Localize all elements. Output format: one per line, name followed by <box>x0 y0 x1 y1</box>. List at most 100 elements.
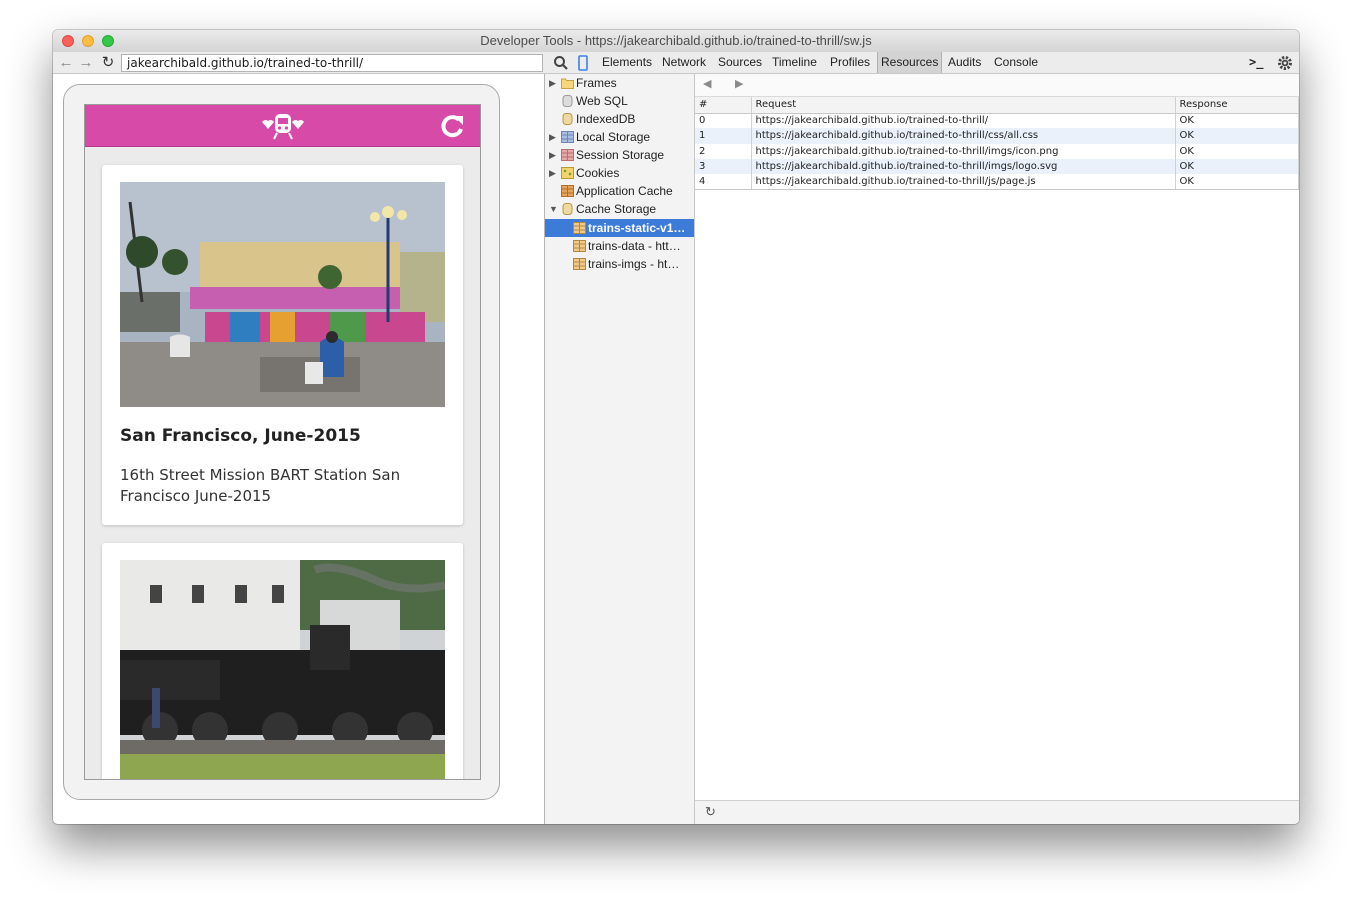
cell-index: 3 <box>695 158 752 175</box>
card-description: 16th Street Mission BART Station San Fra… <box>120 466 401 505</box>
grid-icon <box>573 258 586 270</box>
card-photo <box>120 560 445 779</box>
column-header-index[interactable]: # <box>695 97 752 114</box>
cell-request: https://jakearchibald.github.io/trained-… <box>751 128 1176 144</box>
tab-resources[interactable]: Resources <box>877 52 943 73</box>
devtools-panel: Elements Network Sources Timeline Profil… <box>545 52 1299 824</box>
tree-label: IndexedDB <box>576 112 636 126</box>
back-arrow-icon[interactable]: ← <box>57 53 75 73</box>
status-bar: ↻ <box>695 800 1299 824</box>
expand-triangle-icon[interactable]: ▶ <box>549 74 556 92</box>
tree-item-session-storage[interactable]: ▶ Session Storage <box>545 146 694 164</box>
cache-content-view: ◀ ▶ # Request Response 0 https://jakearc… <box>695 74 1299 824</box>
cell-index: 4 <box>695 174 752 190</box>
database-icon <box>562 113 573 125</box>
expand-triangle-icon[interactable]: ▶ <box>549 164 556 182</box>
tree-label: Cookies <box>576 166 620 180</box>
tree-item-web-sql[interactable]: Web SQL <box>545 92 694 110</box>
tab-sources[interactable]: Sources <box>718 52 762 73</box>
tree-item-application-cache[interactable]: Application Cache <box>545 182 694 200</box>
zoom-window-button[interactable] <box>102 35 114 47</box>
cookie-icon <box>561 167 574 179</box>
address-bar: ← → ↻ jakearchibald.github.io/trained-to… <box>53 52 545 74</box>
cell-response: OK <box>1175 174 1299 190</box>
tree-item-cache-storage[interactable]: ▼ Cache Storage <box>545 200 694 218</box>
cell-response: OK <box>1175 143 1299 159</box>
grid-icon <box>561 131 574 143</box>
cache-item-trains-imgs[interactable]: trains-imgs - ht… <box>545 255 694 273</box>
table-row[interactable]: 0 https://jakearchibald.github.io/traine… <box>695 113 1299 129</box>
title-bar: Developer Tools - https://jakearchibald.… <box>53 30 1299 52</box>
search-icon[interactable] <box>552 54 570 72</box>
grid-icon <box>573 222 586 234</box>
device-mode-icon[interactable] <box>574 54 592 72</box>
column-header-request[interactable]: Request <box>751 97 1176 114</box>
window-title: Developer Tools - https://jakearchibald.… <box>480 33 872 48</box>
close-window-button[interactable] <box>62 35 74 47</box>
cell-request: https://jakearchibald.github.io/trained-… <box>751 143 1176 159</box>
cache-item-trains-data[interactable]: trains-data - htt… <box>545 237 694 255</box>
tab-console[interactable]: Console <box>994 52 1038 73</box>
cache-item-trains-static[interactable]: trains-static-v1… <box>545 219 694 237</box>
tab-audits[interactable]: Audits <box>948 52 981 73</box>
tree-label: trains-static-v1… <box>588 221 686 235</box>
browser-window: Developer Tools - https://jakearchibald.… <box>53 30 1299 824</box>
grid-icon <box>561 149 574 161</box>
emulated-page-area: ← → ↻ jakearchibald.github.io/trained-to… <box>53 52 545 824</box>
device-screen: San Francisco, June-2015 16th Street Mis… <box>84 104 481 780</box>
cell-response: OK <box>1175 113 1299 129</box>
card-photo <box>120 182 445 407</box>
cell-index: 1 <box>695 128 752 144</box>
cell-request: https://jakearchibald.github.io/trained-… <box>751 113 1176 129</box>
photo-card[interactable]: San Francisco, June-2015 16th Street Mis… <box>102 165 463 525</box>
app-header <box>85 105 480 147</box>
refresh-icon[interactable]: ↻ <box>705 804 716 820</box>
grid-icon <box>573 240 586 252</box>
cell-index: 2 <box>695 143 752 159</box>
table-row[interactable]: 3 https://jakearchibald.github.io/traine… <box>695 158 1299 175</box>
cell-request: https://jakearchibald.github.io/trained-… <box>751 174 1176 190</box>
reload-icon[interactable]: ↻ <box>99 53 117 73</box>
tree-label: Cache Storage <box>576 202 657 216</box>
cell-response: OK <box>1175 128 1299 144</box>
tree-item-indexeddb[interactable]: IndexedDB <box>545 110 694 128</box>
tree-label: trains-data - htt… <box>588 239 681 253</box>
previous-page-icon[interactable]: ◀ <box>703 77 711 90</box>
expand-triangle-icon[interactable]: ▶ <box>549 146 556 164</box>
cell-index: 0 <box>695 113 752 129</box>
gear-icon[interactable] <box>1276 54 1294 72</box>
cell-request: https://jakearchibald.github.io/trained-… <box>751 158 1176 175</box>
cache-entries-table: # Request Response 0 https://jakearchiba… <box>695 97 1299 190</box>
photo-card[interactable] <box>102 543 463 779</box>
tree-item-local-storage[interactable]: ▶ Local Storage <box>545 128 694 146</box>
expand-triangle-icon[interactable]: ▶ <box>549 128 556 146</box>
tree-label: Frames <box>576 76 617 90</box>
table-row[interactable]: 2 https://jakearchibald.github.io/traine… <box>695 143 1299 159</box>
collapse-triangle-icon[interactable]: ▼ <box>549 200 558 218</box>
tree-label: Web SQL <box>576 94 628 108</box>
tree-label: Session Storage <box>576 148 665 162</box>
forward-arrow-icon[interactable]: → <box>77 53 95 73</box>
column-header-response[interactable]: Response <box>1175 97 1299 114</box>
table-row[interactable]: 4 https://jakearchibald.github.io/traine… <box>695 174 1299 190</box>
device-frame: San Francisco, June-2015 16th Street Mis… <box>63 84 500 800</box>
tree-item-frames[interactable]: ▶ Frames <box>545 74 694 92</box>
folder-icon <box>561 78 574 89</box>
next-page-icon[interactable]: ▶ <box>735 77 743 90</box>
table-row[interactable]: 1 https://jakearchibald.github.io/traine… <box>695 128 1299 144</box>
tab-timeline[interactable]: Timeline <box>772 52 817 73</box>
tree-item-cookies[interactable]: ▶ Cookies <box>545 164 694 182</box>
card-title: San Francisco, June-2015 <box>120 426 361 446</box>
refresh-icon[interactable] <box>437 112 467 140</box>
tab-elements[interactable]: Elements <box>602 52 652 73</box>
resources-sidebar: ▶ Frames Web SQL IndexedDB ▶ Local Stora… <box>545 74 695 824</box>
minimize-window-button[interactable] <box>82 35 94 47</box>
tab-profiles[interactable]: Profiles <box>830 52 870 73</box>
tree-label: Application Cache <box>576 184 673 198</box>
database-icon <box>562 203 573 215</box>
tree-label: trains-imgs - ht… <box>588 257 680 271</box>
database-icon <box>562 95 573 107</box>
console-drawer-icon[interactable]: >_ <box>1249 52 1263 73</box>
tab-network[interactable]: Network <box>662 52 706 73</box>
url-field[interactable]: jakearchibald.github.io/trained-to-thril… <box>121 54 543 72</box>
